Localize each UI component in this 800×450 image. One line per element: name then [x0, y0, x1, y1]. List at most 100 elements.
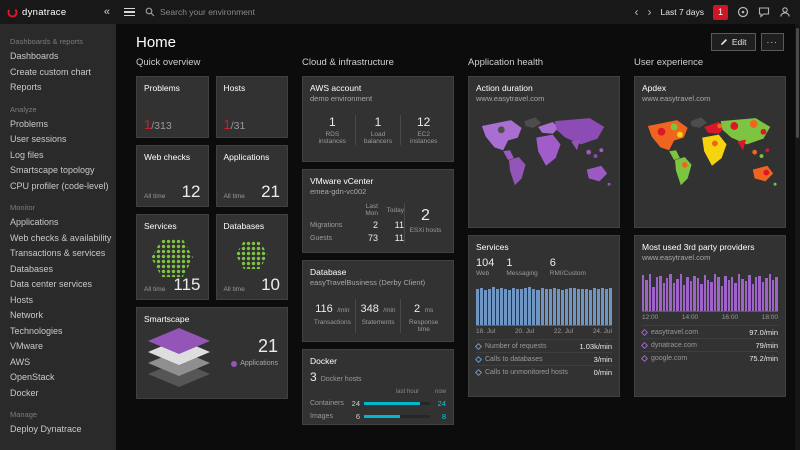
chat-icon[interactable]: [758, 6, 770, 18]
chart-bar: [714, 274, 716, 311]
chart-bar: [528, 287, 531, 325]
column-cloud-infrastructure: Cloud & infrastructure AWS account demo …: [302, 57, 454, 425]
sidebar-item-data-center-services[interactable]: Data center services: [10, 277, 116, 293]
tile-web-checks[interactable]: Web checks All time 12: [136, 145, 209, 207]
chart-bar: [645, 280, 647, 311]
aws-metric-elb: 1 Load balancers: [355, 115, 401, 145]
tile-aws-account[interactable]: AWS account demo environment 1 RDS insta…: [302, 76, 454, 162]
tile-vmware-vcenter[interactable]: VMware vCenter emea-gdn-vc002 Last Mon T…: [302, 169, 454, 253]
sidebar-item-openstack[interactable]: OpenStack: [10, 370, 116, 386]
chart-bar: [532, 289, 535, 325]
sidebar-collapse-icon[interactable]: «: [104, 6, 110, 18]
sidebar-item-log-files[interactable]: Log files: [10, 148, 116, 164]
chart-bar: [738, 274, 740, 311]
sidebar-item-reports[interactable]: Reports: [10, 80, 116, 96]
sidebar-item-transactions-services[interactable]: Transactions & services: [10, 246, 116, 262]
chart-bar: [676, 279, 678, 311]
tile-problems[interactable]: Problems 1/313: [136, 76, 209, 138]
all-time-label: All time: [144, 286, 165, 293]
chevron-left-icon[interactable]: ‹: [635, 7, 639, 17]
page-title: Home: [136, 34, 176, 51]
sidebar-item-user-sessions[interactable]: User sessions: [10, 132, 116, 148]
hosts-total: /31: [231, 120, 246, 132]
chart-bar: [597, 289, 600, 325]
provider-row-google: google.com 75.2/min: [642, 351, 778, 364]
databases-count: 10: [261, 275, 280, 295]
user-icon[interactable]: [779, 6, 791, 18]
chart-bar: [549, 289, 552, 325]
menu-icon[interactable]: [124, 6, 135, 19]
tile-services-chart[interactable]: Services 104 Web 1 Messaging 6: [468, 235, 620, 397]
sidebar-item-applications[interactable]: Applications: [10, 215, 116, 231]
tile-applications[interactable]: Applications All time 21: [216, 145, 289, 207]
user-exp-header: User experience: [634, 57, 786, 68]
aws-metric-ec2: 12 EC2 instances: [400, 115, 446, 145]
chart-bar: [710, 282, 712, 311]
tile-third-party-providers[interactable]: Most used 3rd party providers www.easytr…: [634, 235, 786, 397]
sidebar: Dashboards & reports Dashboards Create c…: [0, 24, 116, 450]
topbar-left: dynatrace «: [0, 6, 116, 18]
world-map-apdex: [642, 111, 778, 205]
sidebar-item-vmware[interactable]: VMware: [10, 339, 116, 355]
tile-subtitle: www.easytravel.com: [642, 253, 778, 262]
more-button[interactable]: ···: [761, 33, 785, 51]
tile-subtitle: demo environment: [310, 94, 446, 103]
chart-bar: [758, 276, 760, 311]
sidebar-item-network[interactable]: Network: [10, 308, 116, 324]
chevron-right-icon[interactable]: ›: [648, 7, 652, 17]
chart-bar: [663, 283, 665, 311]
tile-action-duration[interactable]: Action duration www.easytravel.com: [468, 76, 620, 228]
row-guests-label: Guests: [310, 235, 352, 242]
sidebar-item-aws[interactable]: AWS: [10, 355, 116, 371]
chart-bar: [536, 290, 539, 325]
tile-databases[interactable]: Databases All time 10: [216, 214, 289, 300]
sidebar-item-smartscape-topology[interactable]: Smartscape topology: [10, 163, 116, 179]
tile-title: Apdex: [642, 83, 778, 93]
chart-bar: [565, 289, 568, 325]
sidebar-item-technologies[interactable]: Technologies: [10, 324, 116, 340]
tile-docker[interactable]: Docker 3 Docker hosts last hour now Cont…: [302, 349, 454, 425]
search-input[interactable]: [160, 7, 380, 17]
tile-services[interactable]: Services All time 115: [136, 214, 209, 300]
scrollbar[interactable]: [795, 24, 800, 450]
chart-bar: [693, 276, 695, 311]
chart-bar: [561, 290, 564, 325]
docker-hosts-count: 3: [310, 370, 317, 384]
sidebar-item-cpu-profiler[interactable]: CPU profiler (code-level): [10, 179, 116, 195]
applications-count: 21: [261, 182, 280, 202]
sidebar-item-hosts[interactable]: Hosts: [10, 293, 116, 309]
chart-bar: [656, 277, 658, 311]
problems-badge[interactable]: 1: [713, 5, 728, 20]
sidebar-item-web-checks[interactable]: Web checks & availability: [10, 231, 116, 247]
chart-bar: [508, 290, 511, 325]
app-body: Dashboards & reports Dashboards Create c…: [0, 24, 800, 450]
sidebar-item-deploy-dynatrace[interactable]: Deploy Dynatrace: [10, 422, 116, 438]
chart-bar: [775, 277, 777, 311]
chart-bar: [589, 290, 592, 325]
sidebar-item-dashboards[interactable]: Dashboards: [10, 49, 116, 65]
chart-bar: [520, 289, 523, 325]
chart-bar: [601, 288, 604, 325]
status-ring-icon[interactable]: [737, 6, 749, 18]
scrollbar-thumb[interactable]: [796, 28, 799, 138]
sidebar-item-databases[interactable]: Databases: [10, 262, 116, 278]
services-metric-web: 104 Web: [476, 257, 494, 277]
time-range-selector[interactable]: Last 7 days: [661, 7, 704, 17]
tile-hosts[interactable]: Hosts 1/31: [216, 76, 289, 138]
edit-button[interactable]: Edit: [711, 33, 756, 51]
guests-last-mon: 73: [352, 233, 378, 243]
chart-bar: [649, 274, 651, 311]
chart-bar: [504, 289, 507, 325]
tile-smartscape[interactable]: Smartscape 21 Applications: [136, 307, 288, 399]
brand[interactable]: dynatrace: [7, 7, 66, 18]
db-metric-transactions: 116 /min Transactions: [310, 299, 355, 333]
tile-title: Smartscape: [144, 314, 280, 324]
tile-database[interactable]: Database easyTravelBusiness (Derby Clien…: [302, 260, 454, 342]
tile-title: Web checks: [144, 152, 201, 162]
sidebar-item-create-custom-chart[interactable]: Create custom chart: [10, 65, 116, 81]
tile-apdex[interactable]: Apdex www.easytravel.com: [634, 76, 786, 228]
sidebar-item-problems[interactable]: Problems: [10, 117, 116, 133]
sidebar-item-docker[interactable]: Docker: [10, 386, 116, 402]
services-bar-chart: [476, 282, 612, 326]
chart-bar: [496, 289, 499, 325]
